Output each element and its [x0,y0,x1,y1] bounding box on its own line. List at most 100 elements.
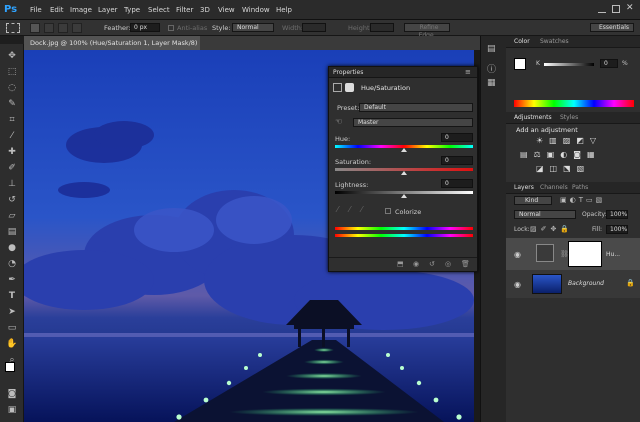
mask-icon[interactable] [345,83,354,92]
add-selection-icon[interactable] [44,23,54,33]
k-slider[interactable] [544,63,594,66]
hue-slider-thumb[interactable] [401,148,407,152]
minimize-icon[interactable] [598,5,606,13]
menu-select[interactable]: Select [148,6,170,14]
foreground-color-chip[interactable] [514,58,526,70]
type-tool-icon[interactable]: T [4,290,20,302]
layer-filter-dropdown[interactable]: Kind [514,196,552,205]
visibility-eye-icon[interactable]: ◉ [514,280,521,289]
channel-dropdown[interactable]: Master [353,118,473,127]
tab-styles[interactable]: Styles [560,114,578,121]
tab-paths[interactable]: Paths [572,184,588,191]
eyedropper-minus-icon[interactable]: ⁄ [361,205,362,214]
blur-tool-icon[interactable]: ● [4,242,20,254]
visibility-eye-icon[interactable]: ◉ [514,250,521,259]
tab-adjustments[interactable]: Adjustments [514,114,552,121]
pen-tool-icon[interactable]: ✒ [4,274,20,286]
menu-image[interactable]: Image [70,6,92,14]
delete-adjustment-icon[interactable]: 🗑 [461,260,470,268]
saturation-slider-thumb[interactable] [401,171,407,175]
preset-dropdown[interactable]: Default [359,103,473,112]
width-input[interactable] [302,23,326,32]
intersect-selection-icon[interactable] [72,23,82,33]
tab-layers[interactable]: Layers [514,184,534,191]
feather-input[interactable]: 0 px [130,23,160,32]
adjustment-icons-row-3[interactable]: ◪◫⬔▧ [536,164,590,173]
info-panel-icon[interactable]: ⓘ [487,62,496,75]
menu-type[interactable]: Type [124,6,140,14]
panel-menu-icon[interactable]: ≡ [465,68,471,76]
k-input[interactable]: 0 [600,59,618,68]
properties-header[interactable]: Properties ≡ [329,67,477,78]
layer-filter-icons[interactable]: ▣◐T▭▧ [560,196,605,204]
reset-icon[interactable]: ↺ [429,260,435,268]
height-input[interactable] [370,23,394,32]
quick-mask-icon[interactable]: ◙ [4,388,20,400]
eyedropper-tool-icon[interactable]: ⁄ [4,130,20,142]
menu-window[interactable]: Window [242,6,270,14]
adjustment-icons-row-2[interactable]: ▤⚖▣◐◙▦ [520,150,601,159]
history-panel-icon[interactable]: ▤ [487,44,496,54]
marquee-tool-preset-icon[interactable] [6,23,20,33]
saturation-input[interactable]: 0 [441,156,473,165]
tab-channels[interactable]: Channels [540,184,568,191]
layer-name[interactable]: Background [568,280,604,287]
menu-layer[interactable]: Layer [98,6,118,14]
clone-stamp-tool-icon[interactable]: ⊥ [4,178,20,190]
foreground-color-swatch[interactable] [5,362,15,372]
tab-swatches[interactable]: Swatches [540,38,569,45]
opacity-input[interactable]: 100% [606,210,628,219]
layer-row-background[interactable]: ◉ Background 🔒 [506,270,640,298]
refine-edge-button[interactable]: Refine Edge... [404,23,450,39]
quick-selection-tool-icon[interactable]: ✎ [4,98,20,110]
view-previous-icon[interactable]: ◉ [413,260,419,268]
colorize-checkbox[interactable] [385,208,391,214]
menu-file[interactable]: File [30,6,42,14]
style-dropdown[interactable]: Normal [232,23,274,32]
document-tab[interactable]: Dock.jpg @ 100% (Hue/Saturation 1, Layer… [24,36,200,61]
hand-tool-icon[interactable]: ✋ [4,338,20,350]
gradient-tool-icon[interactable]: ▤ [4,226,20,238]
targeted-adjustment-hand-icon[interactable]: ☜ [335,117,342,126]
adjustment-icons-row-1[interactable]: ☀▥▨◩▽ [536,136,602,145]
menu-3d[interactable]: 3D [200,6,210,14]
lightness-input[interactable]: 0 [441,179,473,188]
path-selection-tool-icon[interactable]: ➤ [4,306,20,318]
maximize-icon[interactable] [612,5,620,13]
fill-input[interactable]: 100% [606,225,628,234]
clip-to-layer-icon[interactable]: ⬒ [397,260,404,268]
menu-view[interactable]: View [218,6,235,14]
healing-brush-tool-icon[interactable]: ✚ [4,146,20,158]
close-window-icon[interactable]: ✕ [626,3,634,13]
tab-color[interactable]: Color [514,38,530,45]
new-selection-icon[interactable] [30,23,40,33]
subtract-selection-icon[interactable] [58,23,68,33]
hue-input[interactable]: 0 [441,133,473,142]
antialias-checkbox[interactable] [168,25,174,31]
crop-tool-icon[interactable]: ⌗ [4,114,20,126]
eraser-tool-icon[interactable]: ▱ [4,210,20,222]
marquee-tool-icon[interactable]: ⬚ [4,66,20,78]
color-spectrum-bar[interactable] [514,100,634,107]
rectangle-tool-icon[interactable]: ▭ [4,322,20,334]
layer-name[interactable]: Hu... [606,251,620,258]
visibility-icon[interactable]: ◎ [445,260,451,268]
workspace-dropdown[interactable]: Essentials [590,23,634,32]
layer-row-hue-saturation[interactable]: ◉ ⛓ Hu... [506,238,640,270]
brush-panel-icon[interactable]: ▦ [487,78,496,88]
move-tool-icon[interactable]: ✥ [4,50,20,62]
menu-help[interactable]: Help [276,6,292,14]
eyedropper-plus-icon[interactable]: ⁄ [349,205,350,214]
history-brush-tool-icon[interactable]: ↺ [4,194,20,206]
layer-mask-thumbnail[interactable] [568,241,602,267]
menu-edit[interactable]: Edit [50,6,64,14]
lasso-tool-icon[interactable]: ◌ [4,82,20,94]
dodge-tool-icon[interactable]: ◔ [4,258,20,270]
brush-tool-icon[interactable]: ✐ [4,162,20,174]
blend-mode-dropdown[interactable]: Normal [514,210,576,219]
menu-filter[interactable]: Filter [176,6,193,14]
screen-mode-icon[interactable]: ▣ [4,404,20,416]
lock-icons[interactable]: ▨✐✥🔒 [530,225,573,233]
lightness-slider-thumb[interactable] [401,194,407,198]
eyedropper-icon[interactable]: ⁄ [337,205,338,214]
